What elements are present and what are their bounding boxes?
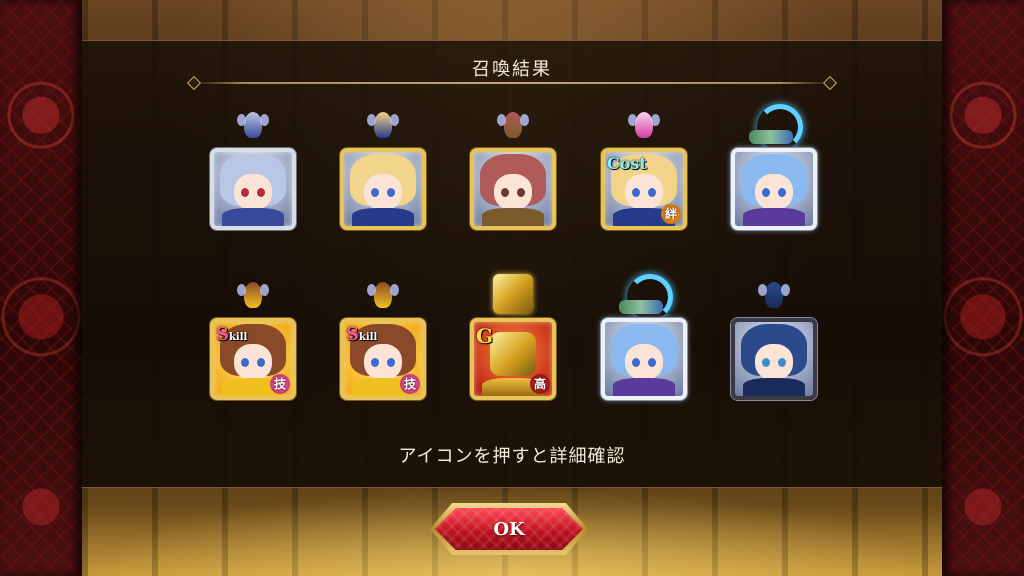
fairy-sprite-icon [497, 112, 529, 138]
rarity-g-badge: G [476, 324, 494, 348]
unit-portrait: G高 [470, 318, 556, 400]
skill-badge: Skill [216, 324, 248, 345]
kanji-badge: 高 [530, 374, 550, 394]
fairy-sprite-icon [237, 112, 269, 138]
right-ornament-panel [942, 0, 1024, 576]
unit-portrait [601, 318, 687, 400]
unit-icon[interactable] [731, 104, 817, 230]
unit-portrait: Cost 絆 [601, 148, 687, 230]
unit-icon[interactable]: G高 [470, 274, 556, 400]
ok-button-label: OK [493, 518, 525, 540]
unit-portrait [731, 148, 817, 230]
panel-title: 召喚結果 [472, 59, 552, 80]
unit-portrait [731, 318, 817, 400]
fairy-sprite-icon [237, 282, 269, 308]
unit-portrait [340, 148, 426, 230]
unit-icon[interactable] [731, 280, 817, 400]
cost-badge: Cost [607, 154, 647, 173]
unit-icon[interactable]: Skill 技 [210, 280, 296, 400]
unit-icon[interactable] [601, 274, 687, 400]
unit-icon[interactable]: Skill 技 [340, 280, 426, 400]
fairy-sprite-icon [367, 282, 399, 308]
summon-result-panel [82, 40, 942, 488]
unit-portrait: Skill 技 [340, 318, 426, 400]
title-divider [193, 82, 831, 84]
fairy-sprite-icon [367, 112, 399, 138]
fairy-sprite-icon [758, 282, 790, 308]
fairy-sprite-icon [628, 112, 660, 138]
unit-portrait [470, 148, 556, 230]
unit-portrait: Skill 技 [210, 318, 296, 400]
golden-armor-sprite-icon [493, 274, 533, 314]
skill-badge: Skill [346, 324, 378, 345]
unit-icon[interactable] [340, 110, 426, 230]
unit-icon[interactable] [210, 110, 296, 230]
dragon-sprite-icon [745, 104, 803, 150]
kanji-badge: 絆 [661, 204, 681, 224]
ok-button[interactable]: OK [430, 503, 588, 555]
dragon-sprite-icon [615, 274, 673, 320]
unit-portrait [210, 148, 296, 230]
unit-icon[interactable]: Cost 絆 [601, 110, 687, 230]
hint-text: アイコンを押すと詳細確認 [398, 446, 626, 467]
unit-icon[interactable] [470, 110, 556, 230]
kanji-badge: 技 [400, 374, 420, 394]
kanji-badge: 技 [270, 374, 290, 394]
left-ornament-panel [0, 0, 82, 576]
